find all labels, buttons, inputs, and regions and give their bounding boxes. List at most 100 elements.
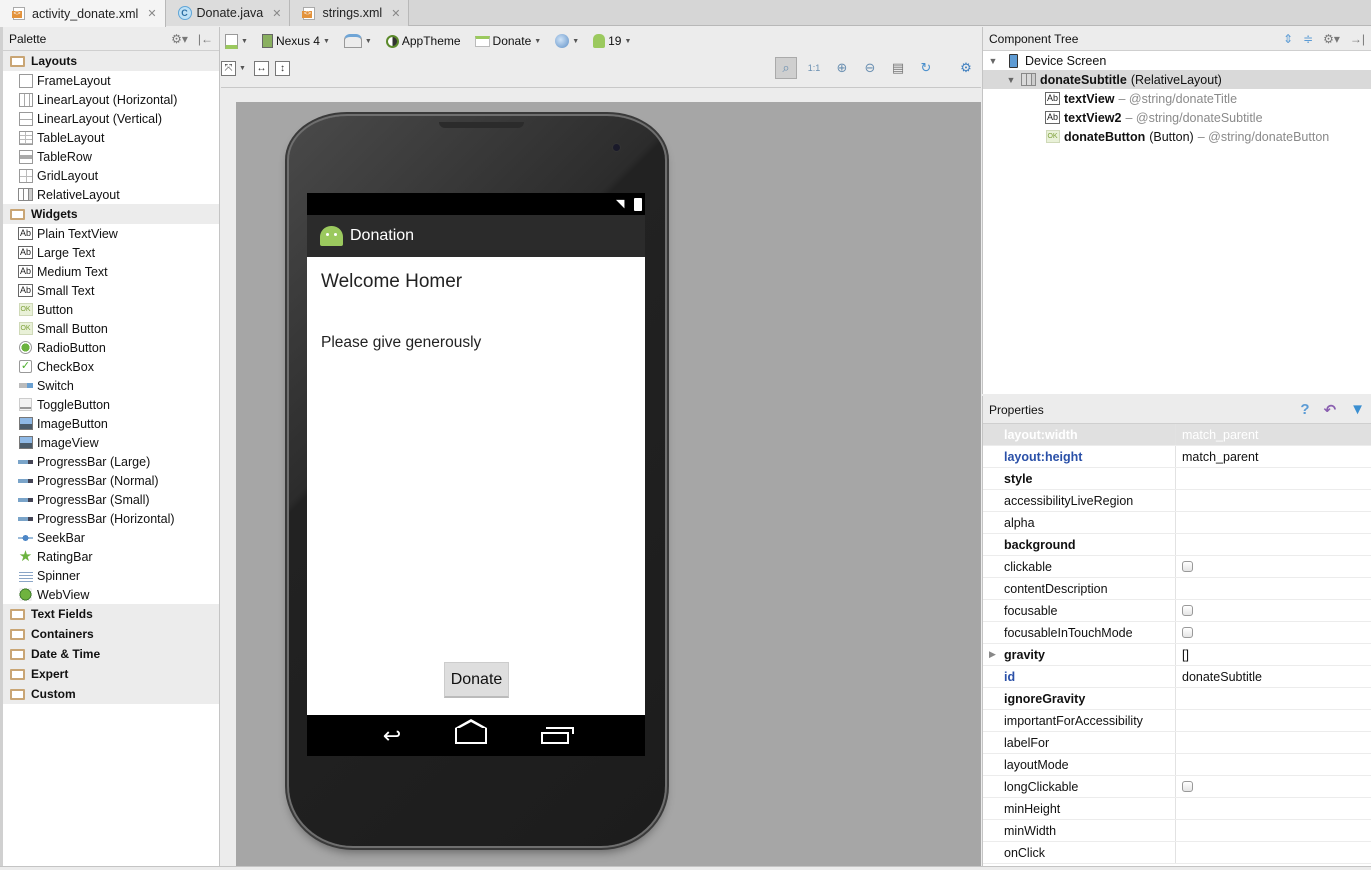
property-value[interactable] — [1176, 820, 1371, 841]
tab-activity-donate-xml[interactable]: <> activity_donate.xml ✕ — [0, 0, 166, 27]
palette-category-containers[interactable]: Containers — [3, 624, 219, 644]
settings-icon[interactable]: ⚙ — [955, 57, 977, 79]
expand-triangle-icon[interactable]: ▼ — [987, 56, 999, 66]
palette-item-gridlayout[interactable]: GridLayout — [3, 166, 219, 185]
palette-item-small-text[interactable]: Ab Small Text — [3, 281, 219, 300]
property-value[interactable] — [1176, 578, 1371, 599]
orientation-selector[interactable]: ▼ — [343, 34, 372, 48]
tree-item-textview2[interactable]: Ab textView2 – @string/donateSubtitle — [983, 108, 1371, 127]
donate-button[interactable]: Donate — [444, 662, 509, 698]
close-icon[interactable]: ✕ — [147, 7, 156, 20]
palette-item-progressbar-large[interactable]: ProgressBar (Large) — [3, 452, 219, 471]
palette-category-layouts[interactable]: Layouts — [3, 51, 219, 71]
filter-icon[interactable]: ▼ — [1350, 401, 1365, 419]
device-config-button[interactable]: ▼ — [225, 33, 248, 49]
zoom-out-icon[interactable]: ⊖ — [859, 57, 881, 79]
expand-triangle-icon[interactable]: ▼ — [1005, 75, 1017, 85]
activity-selector[interactable]: Donate ▼ — [474, 34, 541, 48]
expand-triangle-icon[interactable]: ▶ — [989, 649, 996, 660]
text-view-title[interactable]: Welcome Homer — [321, 271, 462, 293]
palette-item-tablerow[interactable]: TableRow — [3, 147, 219, 166]
gear-icon[interactable]: ⚙▾ — [1323, 32, 1340, 46]
zoom-in-icon[interactable]: ⊕ — [831, 57, 853, 79]
property-value[interactable] — [1176, 468, 1371, 489]
property-row-min-height[interactable]: minHeight — [983, 798, 1371, 820]
tree-item-donate-subtitle[interactable]: ▼ donateSubtitle (RelativeLayout) — [983, 70, 1371, 89]
property-row-alpha[interactable]: alpha — [983, 512, 1371, 534]
focusable-checkbox[interactable] — [1182, 605, 1193, 616]
property-value[interactable] — [1176, 490, 1371, 511]
property-value[interactable] — [1176, 534, 1371, 555]
tab-donate-java[interactable]: C Donate.java ✕ — [165, 0, 291, 26]
property-value[interactable] — [1176, 512, 1371, 533]
property-row-gravity[interactable]: ▶ gravity [] — [983, 644, 1371, 666]
property-value[interactable]: match_parent — [1176, 424, 1371, 445]
palette-item-small-button[interactable]: OK Small Button — [3, 319, 219, 338]
hide-panel-icon[interactable]: →| — [1350, 32, 1365, 46]
clickable-checkbox[interactable] — [1182, 561, 1193, 572]
design-canvas[interactable]: ◥ Donation Welcome Homer Please give gen… — [236, 102, 981, 867]
actual-size-icon[interactable]: 1:1 — [803, 57, 825, 79]
text-view-subtitle[interactable]: Please give generously — [321, 334, 481, 352]
api-level-selector[interactable]: 19 ▼ — [593, 34, 631, 48]
fill-height-icon[interactable]: ↕ — [274, 60, 290, 76]
help-icon[interactable]: ? — [1300, 401, 1309, 419]
palette-item-ratingbar[interactable]: ★ RatingBar — [3, 547, 219, 566]
locale-selector[interactable]: ▼ — [555, 34, 579, 48]
expand-all-icon[interactable]: ⇕ — [1283, 32, 1293, 46]
property-value[interactable]: match_parent — [1176, 446, 1371, 467]
palette-item-switch[interactable]: Switch — [3, 376, 219, 395]
property-row-content-description[interactable]: contentDescription — [983, 578, 1371, 600]
theme-selector[interactable]: AppTheme — [385, 34, 461, 48]
palette-item-button[interactable]: OK Button — [3, 300, 219, 319]
palette-item-seekbar[interactable]: SeekBar — [3, 528, 219, 547]
long-clickable-checkbox[interactable] — [1182, 781, 1193, 792]
palette-item-webview[interactable]: WebView — [3, 585, 219, 604]
palette-item-imageview[interactable]: ImageView — [3, 433, 219, 452]
palette-item-progressbar-normal[interactable]: ProgressBar (Normal) — [3, 471, 219, 490]
property-row-min-width[interactable]: minWidth — [983, 820, 1371, 842]
palette-category-custom[interactable]: Custom — [3, 684, 219, 704]
tree-item-textview[interactable]: Ab textView – @string/donateTitle — [983, 89, 1371, 108]
palette-category-text-fields[interactable]: Text Fields — [3, 604, 219, 624]
zoom-to-fit-icon[interactable]: ⌕ — [775, 57, 797, 79]
property-value[interactable] — [1176, 688, 1371, 709]
palette-item-framelayout[interactable]: FrameLayout — [3, 71, 219, 90]
hide-panel-icon[interactable]: |← — [198, 32, 213, 46]
palette-item-plain-textview[interactable]: Ab Plain TextView — [3, 224, 219, 243]
property-value[interactable] — [1176, 710, 1371, 731]
collapse-all-icon[interactable]: ≑ — [1303, 32, 1313, 46]
palette-item-progressbar-horizontal[interactable]: ProgressBar (Horizontal) — [3, 509, 219, 528]
refresh-icon[interactable]: ↻ — [915, 57, 937, 79]
property-row-layout-height[interactable]: layout:height match_parent — [983, 446, 1371, 468]
palette-category-widgets[interactable]: Widgets — [3, 204, 219, 224]
property-value[interactable]: [] — [1176, 644, 1371, 665]
property-value[interactable] — [1176, 798, 1371, 819]
palette-item-imagebutton[interactable]: ImageButton — [3, 414, 219, 433]
property-row-layout-width[interactable]: layout:width match_parent — [983, 424, 1371, 446]
palette-item-medium-text[interactable]: Ab Medium Text — [3, 262, 219, 281]
property-row-label-for[interactable]: labelFor — [983, 732, 1371, 754]
focusable-in-touch-mode-checkbox[interactable] — [1182, 627, 1193, 638]
property-value[interactable]: donateSubtitle — [1176, 666, 1371, 687]
palette-item-spinner[interactable]: Spinner — [3, 566, 219, 585]
property-row-accessibility-live-region[interactable]: accessibilityLiveRegion — [983, 490, 1371, 512]
close-icon[interactable]: ✕ — [272, 7, 281, 20]
property-row-ignore-gravity[interactable]: ignoreGravity — [983, 688, 1371, 710]
property-row-on-click[interactable]: onClick — [983, 842, 1371, 864]
property-row-clickable[interactable]: clickable — [983, 556, 1371, 578]
screenshot-icon[interactable]: ▤ — [887, 57, 909, 79]
gear-icon[interactable]: ⚙▾ — [171, 32, 188, 46]
device-selector[interactable]: Nexus 4 ▼ — [261, 34, 330, 48]
relative-layout-donate-subtitle[interactable]: Welcome Homer Please give generously Don… — [307, 257, 645, 715]
property-row-id[interactable]: id donateSubtitle — [983, 666, 1371, 688]
close-icon[interactable]: ✕ — [391, 7, 400, 20]
tree-item-donate-button[interactable]: OK donateButton (Button) – @string/donat… — [983, 127, 1371, 146]
property-row-important-for-accessibility[interactable]: importantForAccessibility — [983, 710, 1371, 732]
palette-item-tablelayout[interactable]: TableLayout — [3, 128, 219, 147]
property-row-focusable-in-touch-mode[interactable]: focusableInTouchMode — [983, 622, 1371, 644]
chevron-down-icon[interactable]: ▼ — [239, 65, 246, 72]
palette-item-linearlayout-horizontal[interactable]: LinearLayout (Horizontal) — [3, 90, 219, 109]
palette-item-progressbar-small[interactable]: ProgressBar (Small) — [3, 490, 219, 509]
tab-strings-xml[interactable]: <> strings.xml ✕ — [290, 0, 410, 26]
